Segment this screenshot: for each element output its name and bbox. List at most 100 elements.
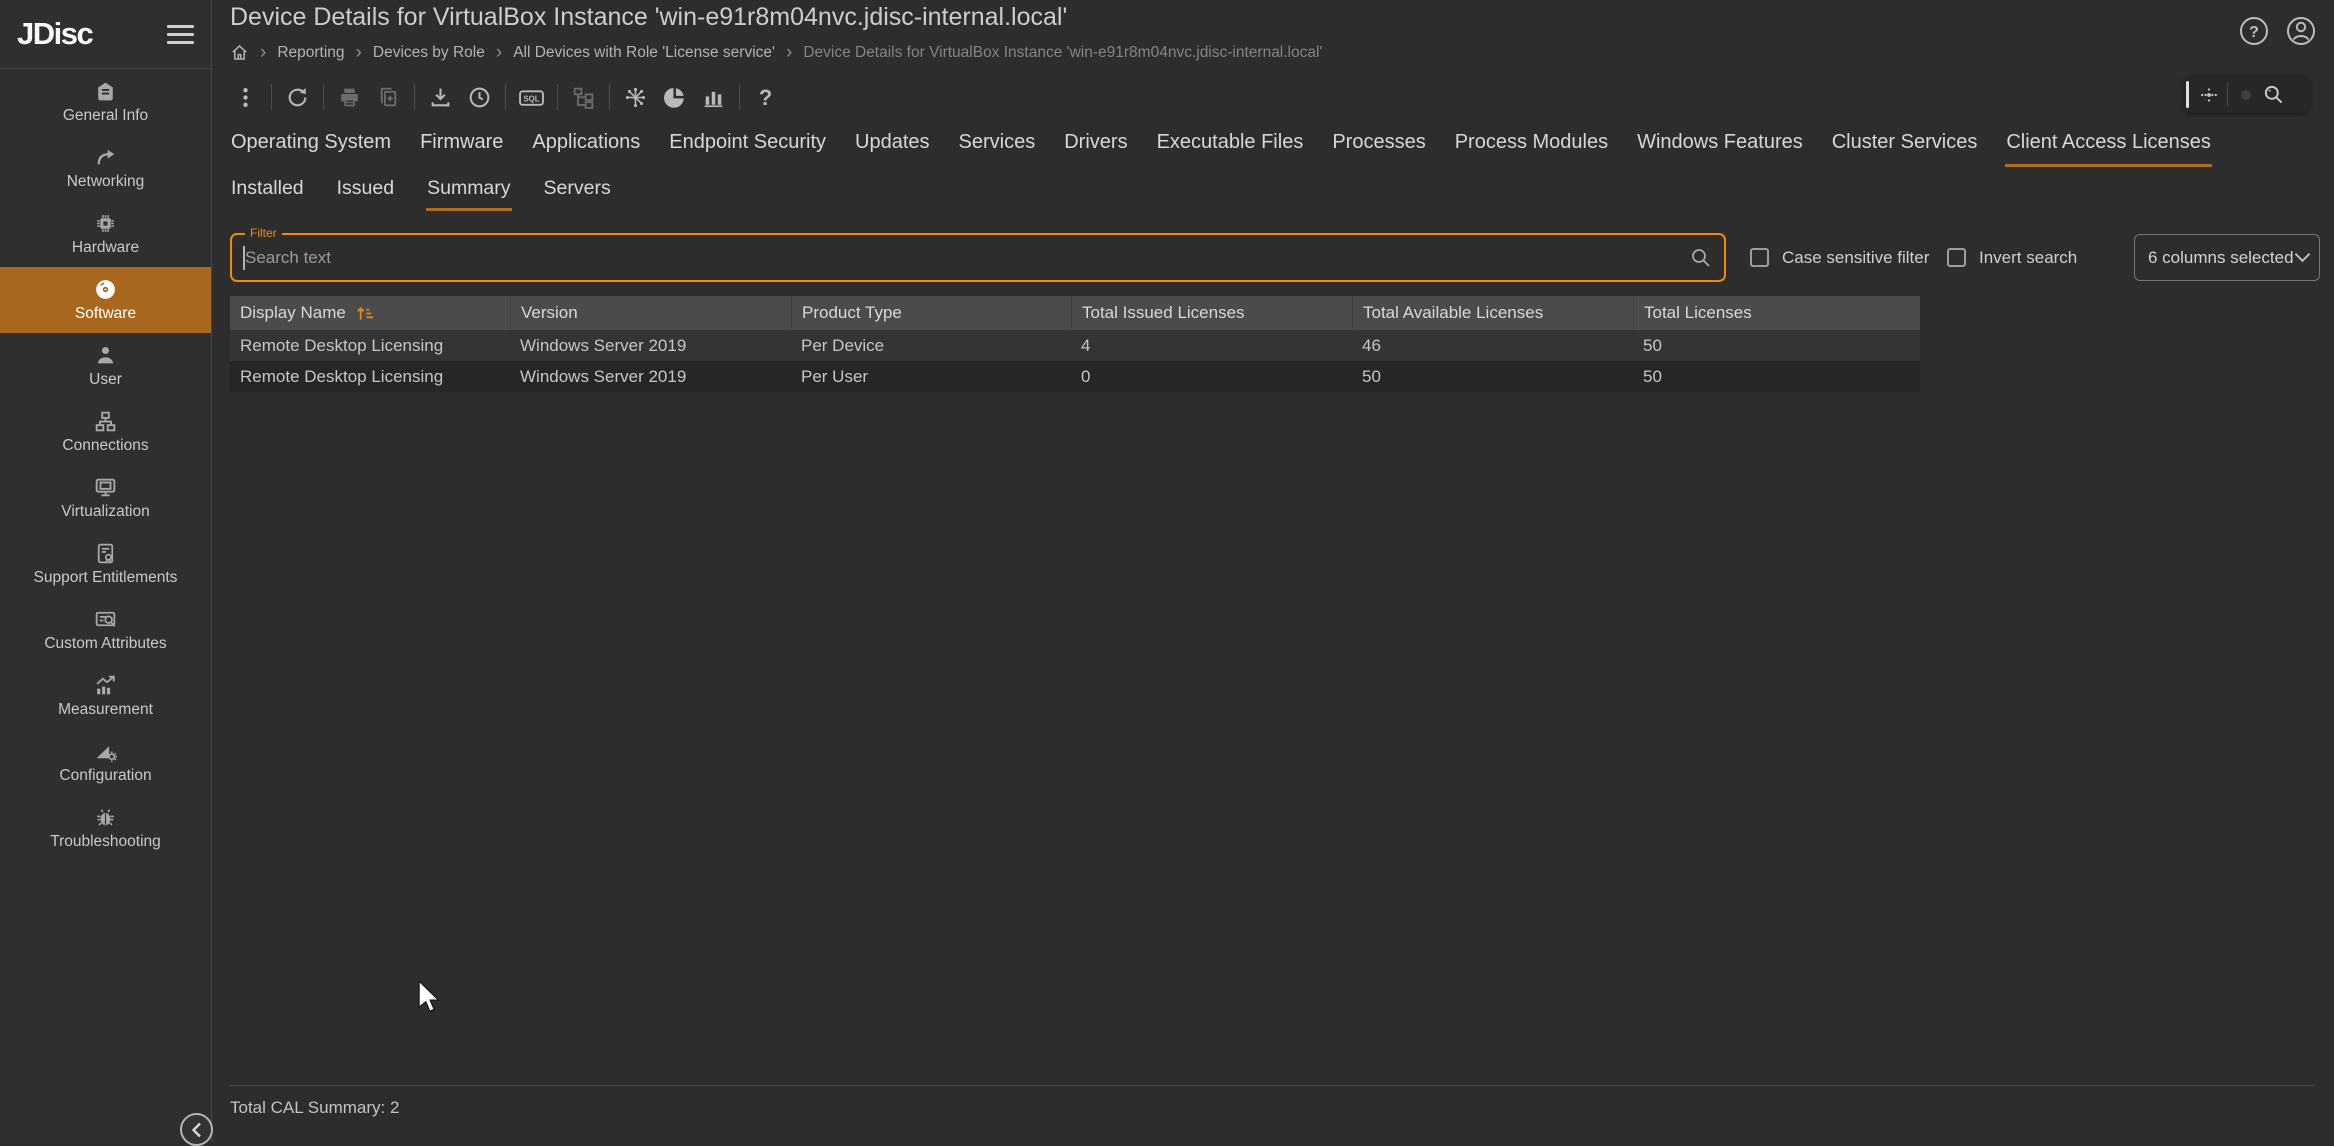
refresh-icon[interactable] — [278, 77, 317, 117]
tab-processes[interactable]: Processes — [1331, 121, 1426, 167]
toolbar-divider — [271, 84, 272, 110]
tab-operating-system[interactable]: Operating System — [230, 121, 392, 167]
subtab-installed[interactable]: Installed — [230, 169, 305, 211]
column-header-display-name[interactable]: Display Name — [230, 296, 510, 330]
case-sensitive-checkbox-group[interactable]: Case sensitive filter — [1750, 233, 1929, 282]
cal-summary-table: Display Name Version Product Type Total … — [230, 296, 1920, 392]
subtab-servers[interactable]: Servers — [543, 169, 612, 211]
sidebar-item-troubleshooting[interactable]: Troubleshooting — [0, 795, 211, 861]
virtualization-icon — [93, 475, 118, 500]
hamburger-menu-icon[interactable] — [167, 23, 194, 46]
user-icon — [93, 343, 118, 368]
tab-windows-features[interactable]: Windows Features — [1636, 121, 1804, 167]
case-sensitive-checkbox[interactable] — [1750, 248, 1769, 267]
help-button[interactable]: ? — [2238, 15, 2270, 47]
toolbar-divider — [2227, 83, 2228, 107]
pie-chart-icon[interactable] — [655, 77, 694, 117]
invert-search-checkbox[interactable] — [1947, 248, 1966, 267]
troubleshooting-bug-icon — [93, 805, 118, 830]
columns-selected-dropdown[interactable]: 6 columns selected — [2134, 234, 2320, 281]
invert-search-checkbox-group[interactable]: Invert search — [1947, 233, 2077, 282]
sidebar-item-label: Connections — [62, 437, 148, 455]
toolbar-help-icon[interactable]: ? — [746, 77, 785, 117]
bar-chart-icon[interactable] — [694, 77, 733, 117]
cell-total-available: 50 — [1352, 361, 1633, 392]
tab-drivers[interactable]: Drivers — [1063, 121, 1128, 167]
sidebar-collapse-button[interactable] — [180, 1113, 213, 1146]
software-disc-icon — [93, 277, 118, 302]
kebab-menu-icon[interactable] — [226, 77, 265, 117]
sidebar-item-label: Configuration — [59, 767, 151, 785]
cell-version: Windows Server 2019 — [510, 361, 791, 392]
account-button[interactable] — [2285, 15, 2317, 47]
connections-icon — [93, 409, 118, 434]
subtab-issued[interactable]: Issued — [336, 169, 395, 211]
sidebar-item-virtualization[interactable]: Virtualization — [0, 465, 211, 531]
column-header-label: Total Available Licenses — [1363, 303, 1543, 323]
tab-cluster-services[interactable]: Cluster Services — [1831, 121, 1979, 167]
custom-attributes-icon — [93, 607, 118, 632]
tab-services[interactable]: Services — [958, 121, 1037, 167]
cell-product-type: Per User — [791, 361, 1071, 392]
table-row[interactable]: Remote Desktop Licensing Windows Server … — [230, 361, 1920, 392]
cell-display-name: Remote Desktop Licensing — [230, 330, 510, 361]
home-icon[interactable] — [230, 43, 249, 62]
sidebar-item-hardware[interactable]: Hardware — [0, 201, 211, 267]
breadcrumb-current-page: Device Details for VirtualBox Instance '… — [803, 44, 1322, 62]
search-icon[interactable] — [1689, 246, 1713, 270]
print-icon — [330, 77, 369, 117]
zoom-search-icon[interactable] — [2260, 82, 2288, 108]
column-header-product-type[interactable]: Product Type — [791, 296, 1071, 330]
configuration-icon — [93, 739, 118, 764]
drag-handle[interactable] — [2186, 81, 2189, 108]
sidebar-item-support-entitlements[interactable]: Support Entitlements — [0, 531, 211, 597]
sidebar-item-configuration[interactable]: Configuration — [0, 729, 211, 795]
breadcrumb-separator: › — [496, 43, 502, 62]
toolbar-divider — [323, 84, 324, 110]
svg-text:SQL: SQL — [523, 94, 539, 103]
software-tabs: Operating System Firmware Applications E… — [230, 121, 2212, 167]
table-row[interactable]: Remote Desktop Licensing Windows Server … — [230, 330, 1920, 361]
sidebar-item-custom-attributes[interactable]: Custom Attributes — [0, 597, 211, 663]
search-input[interactable] — [232, 235, 1724, 280]
column-header-total-available[interactable]: Total Available Licenses — [1352, 296, 1633, 330]
breadcrumb-devices-by-role[interactable]: Devices by Role — [373, 44, 485, 62]
sidebar-item-measurement[interactable]: Measurement — [0, 663, 211, 729]
column-header-total-licenses[interactable]: Total Licenses — [1633, 296, 1920, 330]
schedule-clock-icon[interactable] — [460, 77, 499, 117]
column-header-label: Display Name — [240, 303, 346, 323]
sidebar-item-label: Software — [75, 305, 136, 323]
download-icon[interactable] — [421, 77, 460, 117]
breadcrumb-separator: › — [786, 43, 792, 62]
tab-applications[interactable]: Applications — [531, 121, 641, 167]
sidebar-item-label: User — [89, 371, 122, 389]
tab-process-modules[interactable]: Process Modules — [1454, 121, 1609, 167]
breadcrumb-reporting[interactable]: Reporting — [277, 44, 344, 62]
pan-dots-icon[interactable] — [2195, 84, 2223, 106]
sidebar-item-software[interactable]: Software — [0, 267, 211, 333]
column-header-total-issued[interactable]: Total Issued Licenses — [1071, 296, 1352, 330]
sidebar-item-networking[interactable]: Networking — [0, 135, 211, 201]
report-toolbar: SQL ? — [226, 77, 785, 117]
tab-executable-files[interactable]: Executable Files — [1156, 121, 1305, 167]
breadcrumb-all-devices-with-role[interactable]: All Devices with Role 'License service' — [513, 44, 775, 62]
tab-client-access-licenses[interactable]: Client Access Licenses — [2005, 121, 2212, 167]
sidebar-item-connections[interactable]: Connections — [0, 399, 211, 465]
subtab-summary[interactable]: Summary — [426, 169, 511, 211]
tab-firmware[interactable]: Firmware — [419, 121, 504, 167]
sidebar-item-general-info[interactable]: General Info — [0, 69, 211, 135]
sql-icon[interactable]: SQL — [512, 77, 551, 117]
sidebar-item-label: Troubleshooting — [50, 833, 161, 851]
cell-total-issued: 4 — [1071, 330, 1352, 361]
tab-endpoint-security[interactable]: Endpoint Security — [668, 121, 827, 167]
sort-ascending-icon[interactable] — [355, 304, 374, 323]
filter-field-label: Filter — [245, 226, 282, 240]
tab-updates[interactable]: Updates — [854, 121, 931, 167]
column-header-version[interactable]: Version — [510, 296, 791, 330]
column-header-label: Total Issued Licenses — [1082, 303, 1245, 323]
sidebar-item-user[interactable]: User — [0, 333, 211, 399]
connections-graph-icon[interactable] — [616, 77, 655, 117]
cal-subtabs: Installed Issued Summary Servers — [230, 169, 612, 211]
sidebar-item-label: General Info — [63, 107, 148, 125]
support-entitlements-icon — [93, 541, 118, 566]
